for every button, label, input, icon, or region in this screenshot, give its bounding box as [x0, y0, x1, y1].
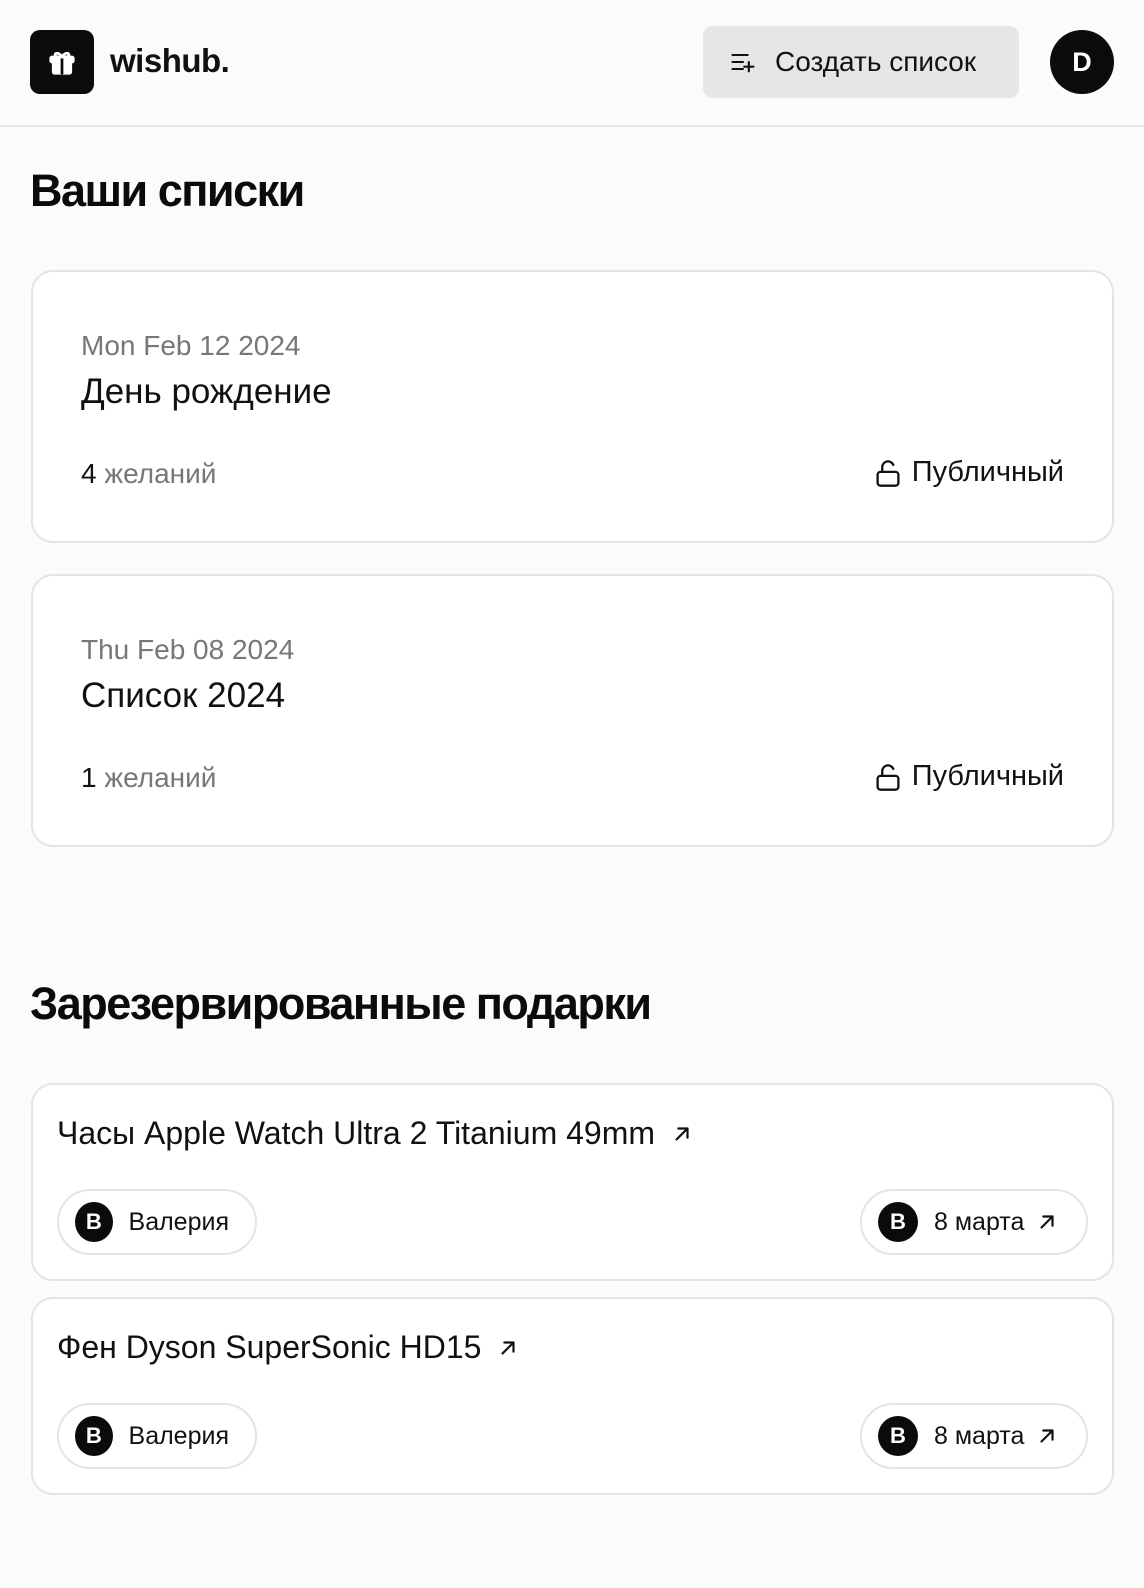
- event-avatar: В: [878, 1416, 918, 1456]
- list-date: Mon Feb 12 2024: [81, 330, 301, 361]
- gift-name: Часы Apple Watch Ultra 2 Titanium 49mm: [57, 1115, 656, 1151]
- unlock-icon: [876, 459, 900, 487]
- lists-section-title: Ваши списки: [30, 165, 305, 216]
- event-chip[interactable]: В 8 марта: [860, 1189, 1088, 1255]
- gift-name-link[interactable]: Часы Apple Watch Ultra 2 Titanium 49mm: [57, 1115, 693, 1152]
- gift-name-link[interactable]: Фен Dyson SuperSonic HD15: [57, 1329, 519, 1366]
- list-date: Thu Feb 08 2024: [81, 634, 295, 665]
- event-chip[interactable]: В 8 марта: [860, 1403, 1088, 1469]
- logo-text[interactable]: wishub.: [110, 42, 230, 80]
- wishlist-card[interactable]: Thu Feb 08 2024 Список 2024 1 желаний Пу…: [31, 574, 1114, 847]
- wish-count-number: 4: [81, 458, 97, 489]
- arrow-up-right-icon: [675, 1126, 689, 1141]
- visibility-label: Публичный: [911, 760, 1064, 792]
- reserved-section-title: Зарезервированные подарки: [30, 978, 652, 1029]
- event-label: 8 марта: [934, 1421, 1025, 1450]
- list-add-icon: [731, 53, 755, 73]
- create-list-button[interactable]: Создать список: [703, 26, 1019, 98]
- visibility-label: Публичный: [911, 456, 1064, 488]
- owner-name: Валерия: [128, 1421, 229, 1450]
- arrow-up-right-icon: [1040, 1215, 1054, 1229]
- event-label: 8 марта: [934, 1207, 1025, 1236]
- reserved-gift-card: Часы Apple Watch Ultra 2 Titanium 49mm В…: [31, 1083, 1114, 1281]
- event-avatar: В: [878, 1202, 918, 1242]
- unlock-icon: [876, 763, 900, 791]
- user-avatar[interactable]: D: [1050, 30, 1114, 94]
- gift-name: Фен Dyson SuperSonic HD15: [57, 1329, 482, 1365]
- owner-avatar: В: [75, 1202, 113, 1242]
- top-bar: wishub. Создать список D: [0, 0, 1144, 127]
- owner-name: Валерия: [128, 1207, 229, 1236]
- visibility-status: Публичный: [874, 760, 1064, 793]
- list-name: День рождение: [81, 372, 332, 411]
- owner-avatar: В: [75, 1416, 113, 1456]
- arrow-up-right-icon: [501, 1340, 516, 1355]
- reserved-gift-card: Фен Dyson SuperSonic HD15 В Валерия В 8 …: [31, 1297, 1114, 1495]
- create-list-label: Создать список: [775, 46, 977, 77]
- wish-count: 1 желаний: [81, 762, 216, 794]
- owner-chip[interactable]: В Валерия: [57, 1189, 257, 1255]
- wish-count: 4 желаний: [81, 458, 216, 490]
- wish-count-number: 1: [81, 762, 97, 793]
- wish-count-label: желаний: [96, 458, 217, 489]
- logo[interactable]: [30, 30, 94, 94]
- gift-icon: [49, 51, 75, 75]
- list-name: Список 2024: [81, 676, 286, 715]
- arrow-up-right-icon: [1040, 1429, 1054, 1443]
- visibility-status: Публичный: [874, 456, 1064, 489]
- wishlist-card[interactable]: Mon Feb 12 2024 День рождение 4 желаний …: [31, 270, 1114, 543]
- wish-count-label: желаний: [96, 762, 217, 793]
- owner-chip[interactable]: В Валерия: [57, 1403, 257, 1469]
